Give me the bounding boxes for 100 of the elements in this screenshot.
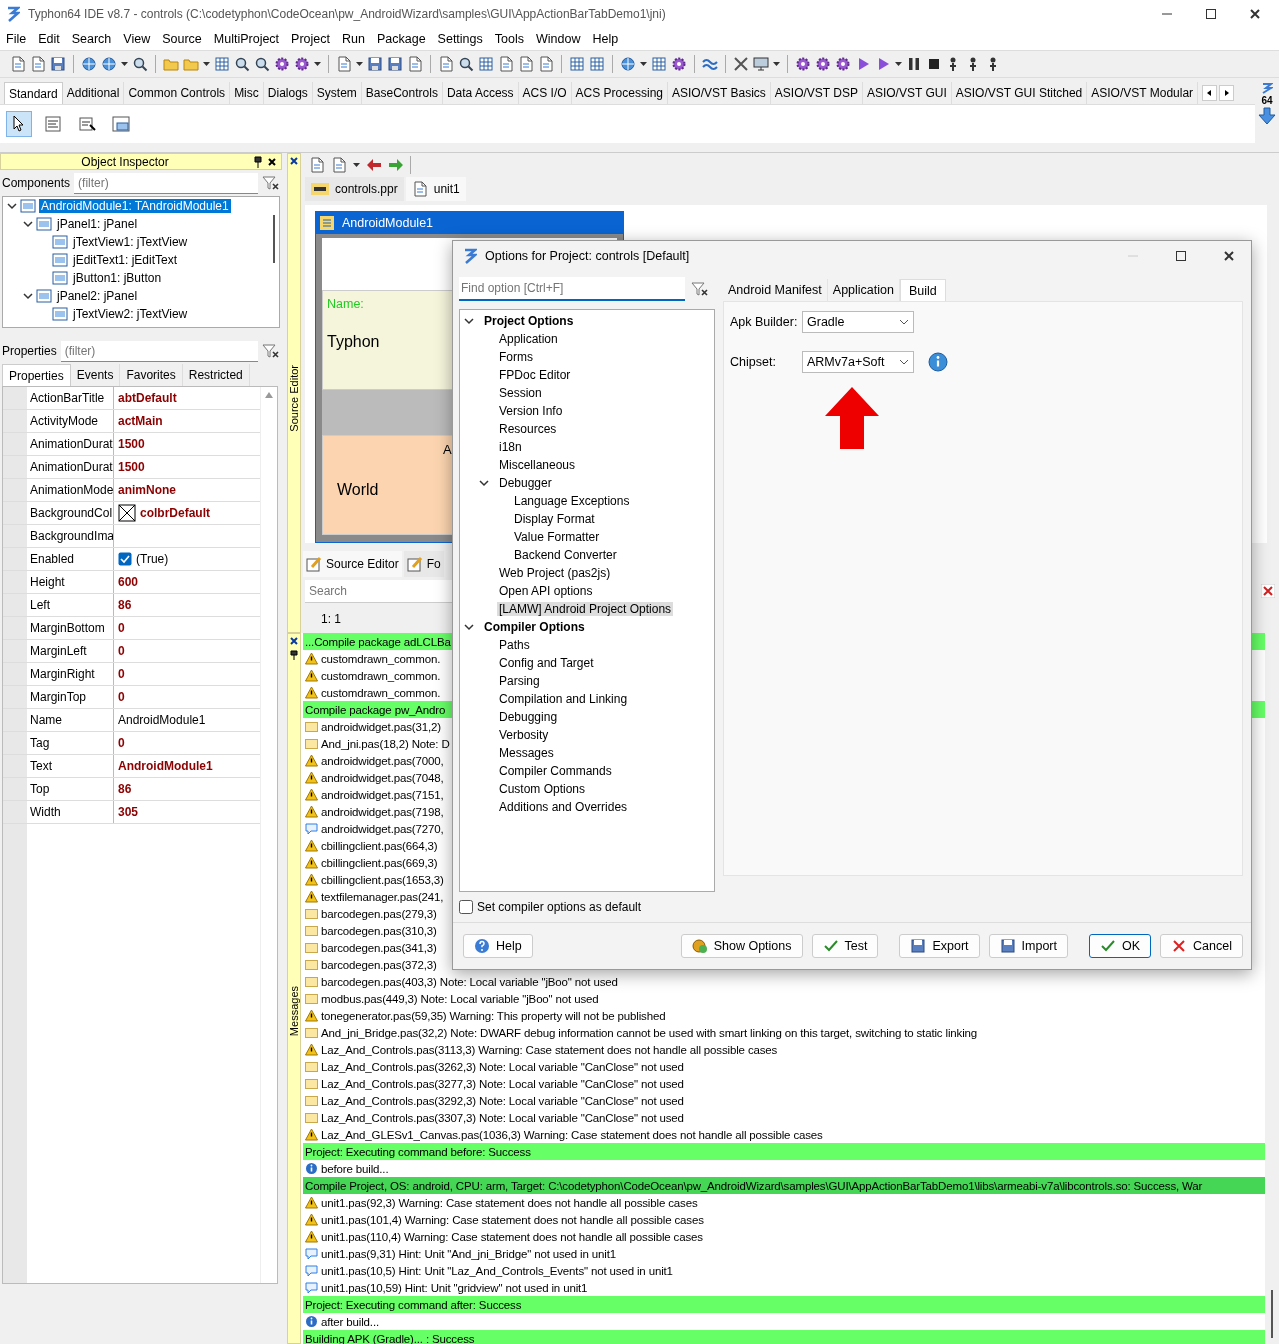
tree-item[interactable]: Version Info: [497, 404, 565, 418]
document-icon[interactable]: [30, 56, 46, 72]
magnifier-icon[interactable]: [458, 56, 474, 72]
inspector-tab[interactable]: Properties: [2, 364, 71, 386]
document-icon[interactable]: [438, 56, 454, 72]
close-icon[interactable]: [1249, 8, 1261, 20]
checkbox[interactable]: [459, 900, 473, 914]
chevron-icon[interactable]: [7, 201, 17, 211]
menu-item[interactable]: Help: [586, 32, 625, 46]
tree-item[interactable]: Messages: [497, 746, 556, 760]
tree-item[interactable]: jTextView2: jTextView: [71, 307, 190, 321]
tree-item[interactable]: Resources: [497, 422, 559, 436]
menu-item[interactable]: Package: [370, 32, 432, 46]
magnifier-icon[interactable]: [234, 56, 250, 72]
clear-filter-icon[interactable]: [262, 343, 280, 359]
tree-item[interactable]: Additions and Overrides: [497, 800, 630, 814]
property-value[interactable]: abtDefault: [118, 391, 177, 405]
tree-item[interactable]: FPDoc Editor: [497, 368, 573, 382]
tree-item[interactable]: Paths: [497, 638, 532, 652]
save-icon[interactable]: [367, 56, 383, 72]
menu-item[interactable]: Search: [65, 32, 118, 46]
menu-item[interactable]: View: [117, 32, 157, 46]
editor-tab[interactable]: Source Editor: [303, 551, 402, 577]
globe-icon[interactable]: [620, 56, 636, 72]
property-value[interactable]: AndroidModule1: [118, 713, 206, 727]
menu-item[interactable]: Project: [285, 32, 336, 46]
scroll-up-icon[interactable]: [264, 391, 274, 399]
grid-icon[interactable]: [478, 56, 494, 72]
tree-item[interactable]: Backend Converter: [512, 548, 619, 562]
tree-item[interactable]: [LAMW] Android Project Options: [497, 602, 674, 616]
property-value[interactable]: 0: [118, 690, 125, 704]
tree-item[interactable]: Open API options: [497, 584, 595, 598]
tree-item[interactable]: Compiler Options: [482, 620, 587, 634]
tree-item[interactable]: Forms: [497, 350, 535, 364]
globe-icon[interactable]: [81, 56, 97, 72]
maximize-icon[interactable]: [1175, 250, 1187, 262]
property-value[interactable]: actMain: [118, 414, 163, 428]
chevron-icon[interactable]: [479, 478, 489, 488]
scroll-left-icon[interactable]: [1202, 85, 1218, 101]
tree-item[interactable]: jEditText1: jEditText: [71, 253, 180, 267]
button-component-icon[interactable]: [112, 115, 130, 133]
document-icon[interactable]: [538, 56, 554, 72]
document-icon[interactable]: [498, 56, 514, 72]
property-value[interactable]: 1500: [118, 460, 145, 474]
filter-field[interactable]: (filter): [60, 340, 258, 362]
search-field[interactable]: Search: [305, 579, 453, 603]
save-icon[interactable]: [387, 56, 403, 72]
filter-field[interactable]: (filter): [74, 172, 258, 194]
grid-icon[interactable]: [569, 56, 585, 72]
dropdown[interactable]: Gradle: [802, 311, 914, 333]
editor-tab[interactable]: unit1: [405, 177, 466, 201]
grid-icon[interactable]: [589, 56, 605, 72]
tree-item[interactable]: jButton1: jButton: [71, 271, 164, 285]
tree-item[interactable]: i18n: [497, 440, 524, 454]
property-value[interactable]: (True): [136, 552, 169, 566]
save-icon[interactable]: [50, 56, 66, 72]
property-value[interactable]: animNone: [118, 483, 176, 497]
maximize-icon[interactable]: [1205, 8, 1217, 20]
color-swatch-icon[interactable]: [118, 504, 136, 522]
tree-item[interactable]: Verbosity: [497, 728, 551, 742]
tree-item[interactable]: Value Formatter: [512, 530, 602, 544]
grid-icon[interactable]: [214, 56, 230, 72]
test-button[interactable]: Test: [811, 934, 879, 958]
property-value[interactable]: 0: [118, 644, 125, 658]
editor-tab[interactable]: Fo: [403, 551, 444, 577]
property-value[interactable]: 0: [118, 736, 125, 750]
palette-tab[interactable]: Standard: [4, 82, 63, 104]
options-tab[interactable]: Build: [899, 279, 946, 301]
cancel-button[interactable]: Cancel: [1160, 934, 1243, 958]
info-icon[interactable]: [928, 352, 948, 372]
edit-component-icon[interactable]: [78, 115, 96, 133]
forward-arrow-icon[interactable]: [388, 157, 404, 173]
tree-item[interactable]: Miscellaneous: [497, 458, 578, 472]
monitor-icon[interactable]: [753, 56, 769, 72]
document-icon[interactable]: [336, 56, 352, 72]
dropdown[interactable]: ARMv7a+Soft: [802, 351, 914, 373]
property-value[interactable]: 0: [118, 621, 125, 635]
checkbox[interactable]: [118, 552, 132, 566]
tree-item[interactable]: Session: [497, 386, 544, 400]
menu-item[interactable]: Window: [529, 32, 587, 46]
tree-item[interactable]: Config and Target: [497, 656, 596, 670]
clear-filter-icon[interactable]: [262, 175, 280, 191]
menu-item[interactable]: Run: [336, 32, 371, 46]
property-value[interactable]: 0: [118, 667, 125, 681]
chevron-icon[interactable]: [464, 622, 474, 632]
export-button[interactable]: Export: [899, 934, 980, 958]
close-icon[interactable]: [289, 156, 299, 166]
tree-item[interactable]: Web Project (pas2js): [497, 566, 613, 580]
magnifier-icon[interactable]: [132, 56, 148, 72]
tree-item[interactable]: AndroidModule1: TAndroidModule1: [39, 199, 231, 213]
document-icon[interactable]: [331, 157, 347, 173]
tree-item[interactable]: Language Exceptions: [512, 494, 632, 508]
menu-item[interactable]: MultiProject: [207, 32, 286, 46]
wave-icon[interactable]: [702, 56, 718, 72]
tree-item[interactable]: Debugger: [497, 476, 554, 490]
tree-item[interactable]: Application: [497, 332, 560, 346]
chevron-icon[interactable]: [23, 219, 33, 229]
tree-item[interactable]: jPanel1: jPanel: [55, 217, 140, 231]
property-value[interactable]: 86: [118, 782, 132, 796]
tree-item[interactable]: jPanel2: jPanel: [55, 289, 140, 303]
